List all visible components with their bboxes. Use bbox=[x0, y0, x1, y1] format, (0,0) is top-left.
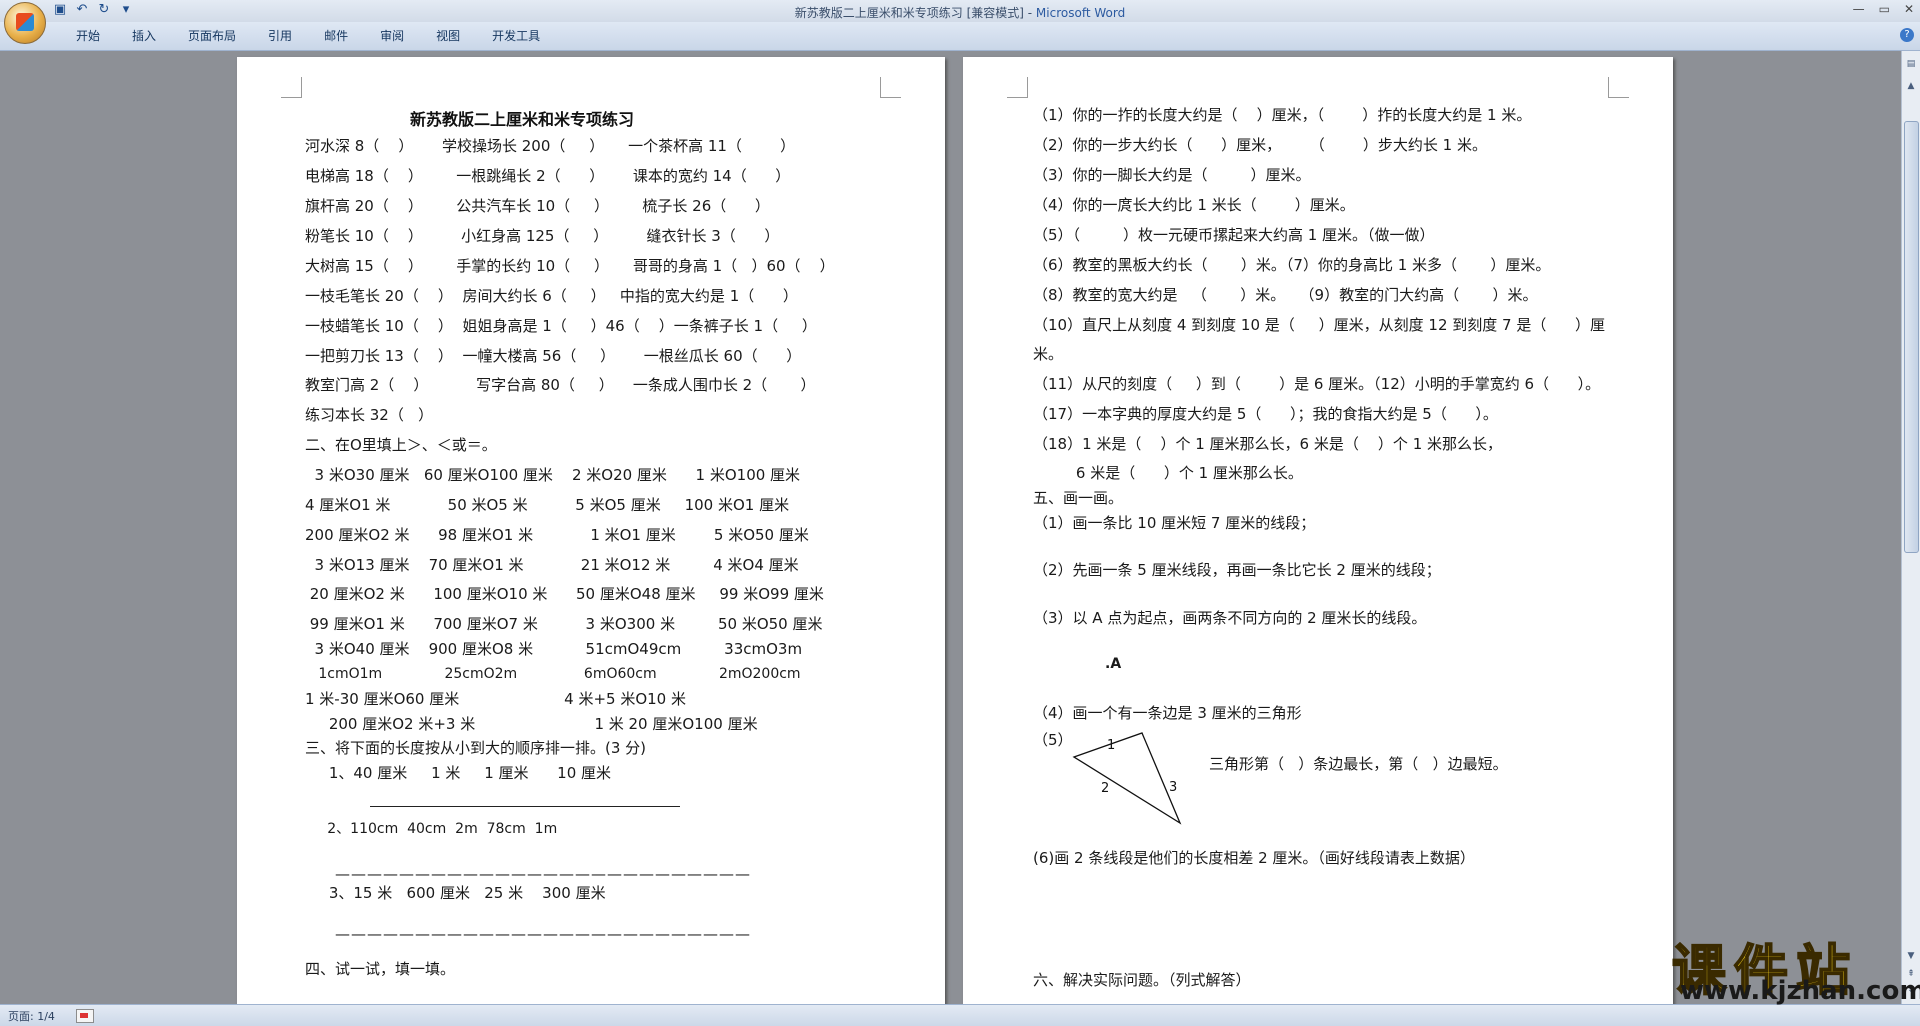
office-button[interactable] bbox=[4, 2, 46, 44]
tab-home[interactable]: 开始 bbox=[60, 28, 116, 44]
app-name: Microsoft Word bbox=[1035, 6, 1126, 20]
tab-developer[interactable]: 开发工具 bbox=[476, 28, 556, 44]
text-line[interactable]: 河水深 8（ ） 学校操场长 200（ ） 一个茶杯高 11（ ） bbox=[305, 136, 795, 156]
close-icon[interactable]: ✕ bbox=[1904, 2, 1914, 16]
window-controls: — ▭ ✕ bbox=[1853, 2, 1914, 16]
text-line[interactable]: （2）先画一条 5 厘米线段，再画一条比它长 2 厘米的线段； bbox=[1033, 560, 1441, 580]
text-line[interactable]: 200 厘米O2 米 98 厘米O1 米 1 米O1 厘米 5 米O50 厘米 bbox=[305, 525, 809, 545]
triangle-side-label: 1 bbox=[1107, 738, 1115, 753]
title-bar: ▣ ↶ ↻ ▾ 新苏教版二上厘米和米专项练习 [兼容模式] - Microsof… bbox=[0, 0, 1920, 22]
text-line[interactable]: （17）一本字典的厚度大约是 5（ ）；我的食指大约是 5（ ）。 bbox=[1033, 404, 1498, 424]
crop-mark bbox=[281, 77, 302, 98]
section-heading[interactable]: 四、试一试，填一填。 bbox=[305, 959, 455, 979]
tab-view[interactable]: 视图 bbox=[420, 28, 476, 44]
tab-review[interactable]: 审阅 bbox=[364, 28, 420, 44]
ruler-toggle-icon[interactable]: ▤ bbox=[1906, 59, 1916, 69]
crop-mark bbox=[1007, 77, 1028, 98]
watermark-url-text: www.kjzhan.com bbox=[1680, 976, 1920, 1006]
scroll-down-icon[interactable]: ▼ bbox=[1906, 951, 1916, 961]
text-line[interactable]: （11）从尺的刻度（ ）到（ ）是 6 厘米。（12）小明的手掌宽约 6（ ）。 bbox=[1033, 374, 1600, 394]
text-line[interactable]: 三角形第（ ）条边最长，第（ ）边最短。 bbox=[1209, 754, 1508, 774]
text-line[interactable]: 一枝蜡笔长 10（ ） 姐姐身高是 1（ ）46（ ）一条裤子长 1（ ） bbox=[305, 316, 817, 336]
section-heading[interactable]: 二、在O里填上＞、＜或＝。 bbox=[305, 435, 497, 455]
text-line[interactable]: （4）画一个有一条边是 3 厘米的三角形 bbox=[1033, 703, 1302, 723]
text-line[interactable]: 3 米O13 厘米 70 厘米O1 米 21 米O12 米 4 米O4 厘米 bbox=[305, 555, 799, 575]
point-a-label[interactable]: .A bbox=[1105, 654, 1121, 674]
answer-line bbox=[370, 806, 680, 807]
document-workspace: 新苏教版二上厘米和米专项练习 河水深 8（ ） 学校操场长 200（ ） 一个茶… bbox=[0, 51, 1902, 1004]
crop-mark bbox=[880, 77, 901, 98]
text-line[interactable]: (6)画 2 条线段是他们的长度相差 2 厘米。（画好线段请表上数据） bbox=[1033, 848, 1475, 868]
proofing-icon[interactable] bbox=[76, 1009, 94, 1023]
text-line[interactable]: 6 米是（ ）个 1 厘米那么长。 bbox=[1033, 463, 1303, 483]
window-title: 新苏教版二上厘米和米专项练习 [兼容模式] - Microsoft Word bbox=[0, 4, 1920, 21]
text-line[interactable]: （5） bbox=[1033, 730, 1073, 750]
text-line[interactable]: 练习本长 32（ ） bbox=[305, 405, 433, 425]
ribbon-tabs: 开始 插入 页面布局 引用 邮件 审阅 视图 开发工具 bbox=[60, 28, 556, 44]
text-line[interactable]: （5）（ ）枚一元硬币摞起来大约高 1 厘米。（做一做） bbox=[1033, 225, 1435, 245]
triangle-side-label: 3 bbox=[1169, 780, 1177, 795]
text-line[interactable]: （10）直尺上从刻度 4 到刻度 10 是（ ）厘米，从刻度 12 到刻度 7 … bbox=[1033, 315, 1605, 335]
text-line[interactable]: （4）你的一庹长大约比 1 米长（ ）厘米。 bbox=[1033, 195, 1355, 215]
text-line[interactable]: 4 厘米O1 米 50 米O5 米 5 米O5 厘米 100 米O1 厘米 bbox=[305, 495, 789, 515]
text-line[interactable]: 粉笔长 10（ ） 小红身高 125（ ） 缝衣针长 3（ ） bbox=[305, 226, 779, 246]
text-line[interactable]: （18）1 米是（ ）个 1 厘米那么长，6 米是（ ）个 1 米那么长， bbox=[1033, 434, 1502, 454]
text-line[interactable]: （1）画一条比 10 厘米短 7 厘米的线段； bbox=[1033, 513, 1315, 533]
page-title[interactable]: 新苏教版二上厘米和米专项练习 bbox=[410, 106, 634, 130]
minimize-icon[interactable]: — bbox=[1853, 2, 1865, 16]
scroll-up-icon[interactable]: ▲ bbox=[1906, 81, 1916, 91]
triangle-side-label: 2 bbox=[1101, 781, 1109, 796]
triangle-shape bbox=[1072, 732, 1182, 825]
tab-references[interactable]: 引用 bbox=[252, 28, 308, 44]
help-icon[interactable]: ? bbox=[1900, 28, 1914, 42]
scrollbar-thumb[interactable] bbox=[1904, 121, 1919, 553]
tab-insert[interactable]: 插入 bbox=[116, 28, 172, 44]
text-line[interactable]: 20 厘米O2 米 100 厘米O10 米 50 厘米O48 厘米 99 米O9… bbox=[305, 584, 824, 604]
text-line[interactable]: （6）教室的黑板大约长（ ）米。（7）你的身高比 1 米多（ ）厘米。 bbox=[1033, 255, 1550, 275]
text-line[interactable]: 大树高 15（ ） 手掌的长约 10（ ） 哥哥的身高 1（ ）60（ ） bbox=[305, 256, 835, 276]
text-line[interactable]: 200 厘米O2 米+3 米 1 米 20 厘米O100 厘米 bbox=[305, 714, 758, 734]
text-line[interactable]: 米。 bbox=[1033, 344, 1063, 364]
section-heading[interactable]: 五、画一画。 bbox=[1033, 488, 1123, 508]
crop-mark bbox=[1608, 77, 1629, 98]
text-line[interactable]: 1、40 厘米 1 米 1 厘米 10 厘米 bbox=[305, 763, 611, 783]
text-line[interactable]: 3 米O40 厘米 900 厘米O8 米 51cmO49cm 33cmO3m bbox=[305, 639, 803, 659]
text-line[interactable]: 旗杆高 20（ ） 公共汽车长 10（ ） 梳子长 26（ ） bbox=[305, 196, 770, 216]
vertical-scrollbar[interactable]: ▤ ▲ ▼ ⇞ ⇟ bbox=[1901, 51, 1920, 1004]
text-line[interactable]: 2、110cm 40cm 2m 78cm 1m bbox=[305, 819, 557, 839]
text-line[interactable]: 电梯高 18（ ） 一根跳绳长 2（ ） 课本的宽约 14（ ） bbox=[305, 166, 790, 186]
text-line[interactable]: 一把剪刀长 13（ ） 一幢大楼高 56（ ） 一根丝瓜长 60（ ） bbox=[305, 346, 801, 366]
ribbon: 开始 插入 页面布局 引用 邮件 审阅 视图 开发工具 ? bbox=[0, 22, 1920, 51]
text-line[interactable]: （3）你的一脚长大约是（ ）厘米。 bbox=[1033, 165, 1310, 185]
section-heading[interactable]: 三、将下面的长度按从小到大的顺序排一排。(3 分) bbox=[305, 738, 646, 758]
text-line[interactable]: 1 米-30 厘米O60 厘米 4 米+5 米O10 米 bbox=[305, 689, 686, 709]
text-line[interactable]: （8）教室的宽大约是 （ ）米。 （9）教室的门大约高（ ）米。 bbox=[1033, 285, 1537, 305]
text-line[interactable]: 99 厘米O1 米 700 厘米O7 米 3 米O300 米 50 米O50 厘… bbox=[305, 614, 823, 634]
text-line[interactable]: 一枝毛笔长 20（ ） 房间大约长 6（ ） 中指的宽大约是 1（ ） bbox=[305, 286, 798, 306]
text-line[interactable]: （1）你的一拃的长度大约是（ ）厘米，（ ）拃的长度大约是 1 米。 bbox=[1033, 105, 1531, 125]
text-line[interactable]: （3）以 A 点为起点，画两条不同方向的 2 厘米长的线段。 bbox=[1033, 608, 1426, 628]
text-line[interactable]: 3、15 米 600 厘米 25 米 300 厘米 bbox=[305, 883, 606, 903]
maximize-icon[interactable]: ▭ bbox=[1879, 2, 1890, 16]
tab-mailings[interactable]: 邮件 bbox=[308, 28, 364, 44]
text-line[interactable]: 1cmO1m 25cmO2m 6mO60cm 2mO200cm bbox=[305, 664, 800, 684]
text-line[interactable]: （2）你的一步大约长（ ）厘米， （ ）步大约长 1 米。 bbox=[1033, 135, 1487, 155]
answer-dashes: —————————————————————————— bbox=[335, 925, 751, 943]
status-bar: 页面: 1/4 bbox=[0, 1004, 1920, 1026]
text-line[interactable]: 3 米O30 厘米 60 厘米O100 厘米 2 米O20 厘米 1 米O100… bbox=[305, 465, 801, 485]
section-heading[interactable]: 六、解决实际问题。（列式解答） bbox=[1033, 970, 1251, 990]
triangle-figure: 1 2 3 bbox=[1072, 732, 1182, 825]
page-indicator[interactable]: 页面: 1/4 bbox=[8, 1008, 55, 1024]
document-title: 新苏教版二上厘米和米专项练习 [兼容模式] - bbox=[794, 6, 1036, 20]
text-line[interactable]: 教室门高 2（ ） 写字台高 80（ ） 一条成人围巾长 2（ ） bbox=[305, 375, 816, 395]
tab-page-layout[interactable]: 页面布局 bbox=[172, 28, 252, 44]
answer-dashes: —————————————————————————— bbox=[335, 865, 751, 883]
office-logo-icon bbox=[16, 13, 34, 31]
page-2: （1）你的一拃的长度大约是（ ）厘米，（ ）拃的长度大约是 1 米。 （2）你的… bbox=[963, 57, 1673, 1004]
page-1: 新苏教版二上厘米和米专项练习 河水深 8（ ） 学校操场长 200（ ） 一个茶… bbox=[237, 57, 945, 1004]
site-watermark-logo: 课件站 www.kjzhan.com bbox=[1671, 926, 1920, 1006]
